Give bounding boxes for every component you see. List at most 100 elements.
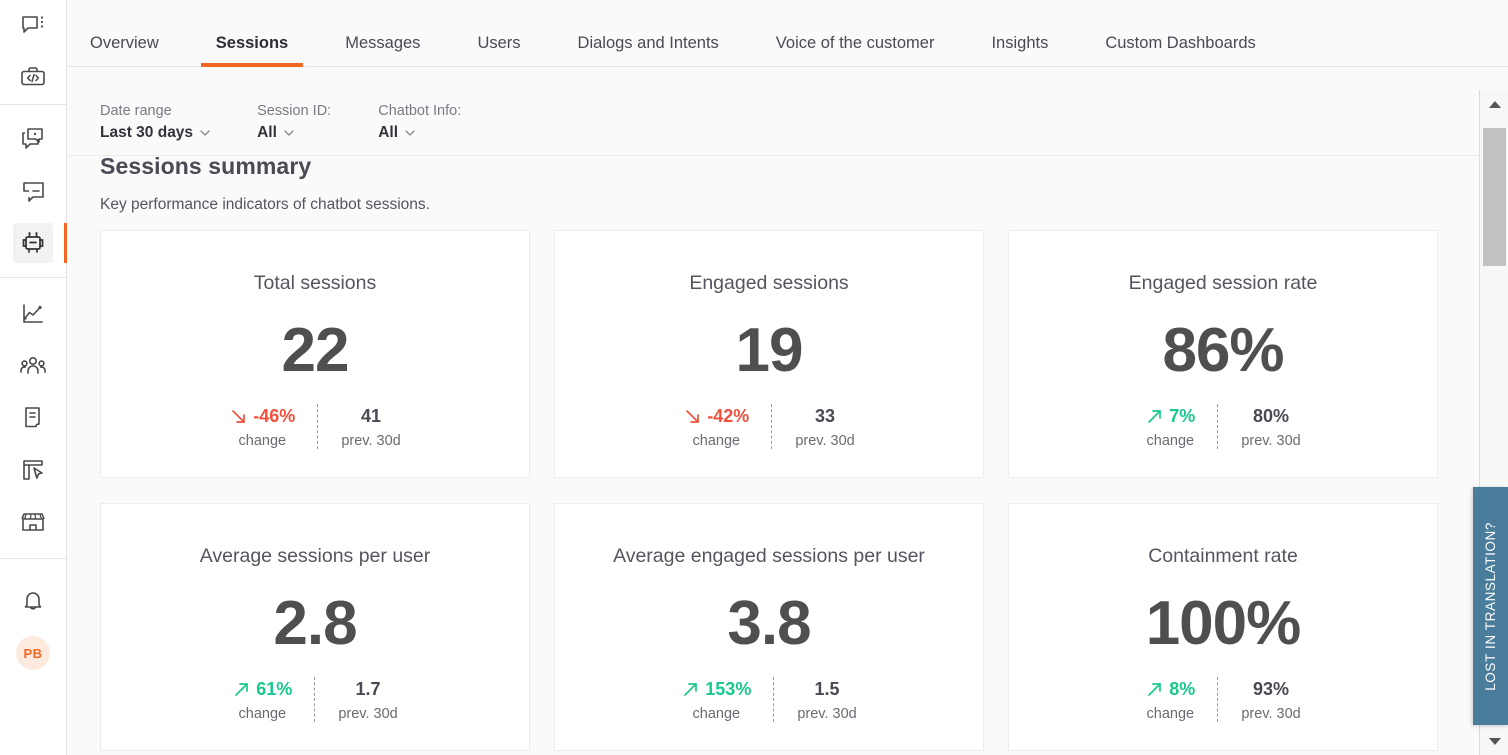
kpi-change: -46%change [229, 404, 317, 449]
sidebar-item-conversations[interactable] [0, 113, 67, 165]
kpi-change-value: -42% [707, 406, 749, 427]
kpi-value: 86% [1162, 320, 1283, 382]
scroll-down-button[interactable] [1480, 727, 1508, 755]
kpi-change-label: change [693, 706, 741, 722]
sidebar-item-documents[interactable] [0, 392, 67, 444]
chevron-up-icon [1489, 101, 1501, 108]
sidebar-item-chat-menu[interactable] [0, 0, 67, 52]
sidebar-item-layouts[interactable] [0, 444, 67, 496]
robot-icon [13, 223, 53, 263]
kpi-change-value: 153% [705, 679, 751, 700]
kpi-card-grid: Total sessions22-46%change41prev. 30d Eng… [100, 230, 1449, 751]
sidebar-item-user-avatar[interactable]: PB [0, 627, 67, 679]
kpi-change-label: change [1147, 433, 1195, 449]
sidebar-item-storefront[interactable] [0, 496, 67, 548]
chevron-down-icon [200, 130, 210, 136]
kpi-footer: 61%change1.7prev. 30d [232, 677, 397, 722]
kpi-previous-label: prev. 30d [1241, 706, 1300, 722]
kpi-previous-value: 33 [815, 406, 835, 427]
kpi-card: Engaged sessions19-42%change33prev. 30d [554, 230, 984, 478]
sidebar-item-analytics[interactable] [0, 288, 67, 340]
people-group-icon [13, 346, 53, 386]
primary-tab-bar: Overview Sessions Messages Users Dialogs and… [67, 0, 1508, 67]
kpi-previous-label: prev. 30d [797, 706, 856, 722]
sidebar-group-1 [0, 0, 66, 104]
tab-voice-of-the-customer[interactable]: Voice of the customer [776, 34, 935, 66]
page-subtitle: Key performance indicators of chatbot se… [100, 196, 430, 214]
chevron-down-icon [405, 130, 415, 136]
kpi-card: Containment rate 100% 8% change 93% prev. 30d [1008, 503, 1438, 751]
kpi-previous-value: 1.7 [355, 679, 380, 700]
arrow-up-right-icon [1145, 680, 1164, 699]
filter-value-text: All [378, 124, 398, 142]
filter-chatbot-info: Chatbot Info: All [378, 103, 461, 142]
kpi-previous: 93% prev. 30d [1217, 677, 1300, 722]
left-sidebar: PB [0, 0, 67, 755]
avatar[interactable]: PB [16, 636, 50, 670]
kpi-card: Total sessions22-46%change41prev. 30d [100, 230, 530, 478]
tab-sessions[interactable]: Sessions [216, 34, 288, 66]
filter-dropdown[interactable]: All [378, 124, 461, 142]
tab-insights[interactable]: Insights [991, 34, 1048, 66]
sidebar-item-chatbot-analytics[interactable] [0, 217, 67, 269]
kpi-change-value: 8% [1169, 679, 1195, 700]
section-header: Sessions summary Key performance indicat… [100, 153, 430, 214]
storefront-icon [13, 502, 53, 542]
kpi-previous-value: 93% [1253, 679, 1289, 700]
filter-dropdown[interactable]: All [257, 124, 331, 142]
filter-date-range: Date range Last 30 days [100, 103, 210, 142]
kpi-change: -42% change [683, 404, 771, 449]
kpi-card: Engaged session rate86%7%change80%prev. … [1008, 230, 1438, 478]
kpi-change-value: 7% [1169, 406, 1195, 427]
kpi-previous: 1.7 prev. 30d [314, 677, 397, 722]
scroll-up-button[interactable] [1480, 90, 1508, 118]
chevron-down-icon [1489, 738, 1501, 745]
sidebar-group-2 [0, 105, 66, 269]
layout-cursor-icon [13, 450, 53, 490]
line-chart-icon [13, 294, 53, 334]
feedback-tab[interactable]: LOST IN TRANSLATION? [1473, 487, 1508, 725]
kpi-title: Containment rate [1148, 545, 1298, 568]
kpi-footer: -42% change 33prev. 30d [683, 404, 854, 449]
sidebar-item-audience[interactable] [0, 340, 67, 392]
arrow-up-right-icon [232, 680, 251, 699]
filter-label: Date range [100, 103, 210, 119]
kpi-card: Average sessions per user2.861%change1.7… [100, 503, 530, 751]
kpi-value: 100% [1146, 593, 1301, 655]
kpi-previous-label: prev. 30d [338, 706, 397, 722]
book-icon [13, 398, 53, 438]
kpi-change-label: change [1147, 706, 1195, 722]
kpi-change-label: change [239, 706, 287, 722]
tab-overview[interactable]: Overview [90, 34, 159, 66]
arrow-down-right-icon [229, 407, 248, 426]
kpi-value: 19 [736, 320, 803, 382]
tab-dialogs-and-intents[interactable]: Dialogs and Intents [578, 34, 719, 66]
sidebar-item-notifications[interactable] [0, 575, 67, 627]
filter-session-id: Session ID:All [257, 103, 331, 142]
filter-dropdown[interactable]: Last 30 days [100, 124, 210, 142]
kpi-title: Total sessions [254, 272, 376, 295]
page-title: Sessions summary [100, 153, 430, 180]
kpi-title: Average engaged sessions per user [613, 545, 925, 568]
sidebar-item-code-toolbox[interactable] [0, 52, 67, 104]
chat-dots-icon [13, 6, 53, 46]
tab-users[interactable]: Users [477, 34, 520, 66]
filter-label: Chatbot Info: [378, 103, 461, 119]
kpi-previous-label: prev. 30d [341, 433, 400, 449]
kpi-change-label: change [693, 433, 741, 449]
filter-value-text: Last 30 days [100, 124, 193, 142]
kpi-change: 8% change [1145, 677, 1217, 722]
scrollbar-thumb[interactable] [1483, 128, 1506, 266]
tab-custom-dashboards[interactable]: Custom Dashboards [1105, 34, 1255, 66]
sidebar-item-knowledge-base[interactable] [0, 165, 67, 217]
chat-copy-icon [13, 119, 53, 159]
tab-messages[interactable]: Messages [345, 34, 420, 66]
kpi-title: Engaged session rate [1129, 272, 1318, 295]
kpi-footer: 8% change 93% prev. 30d [1145, 677, 1300, 722]
scroll-content: Sessions summary Key performance indicat… [67, 67, 1479, 755]
kpi-previous: 33prev. 30d [771, 404, 854, 449]
kpi-card: Average engaged sessions per user3.8153%… [554, 503, 984, 751]
kpi-footer: 153%change1.5prev. 30d [681, 677, 856, 722]
main-content: Sessions summary Key performance indicat… [67, 67, 1479, 755]
filter-bar: Date range Last 30 days Session ID:All Chat… [67, 67, 1479, 155]
